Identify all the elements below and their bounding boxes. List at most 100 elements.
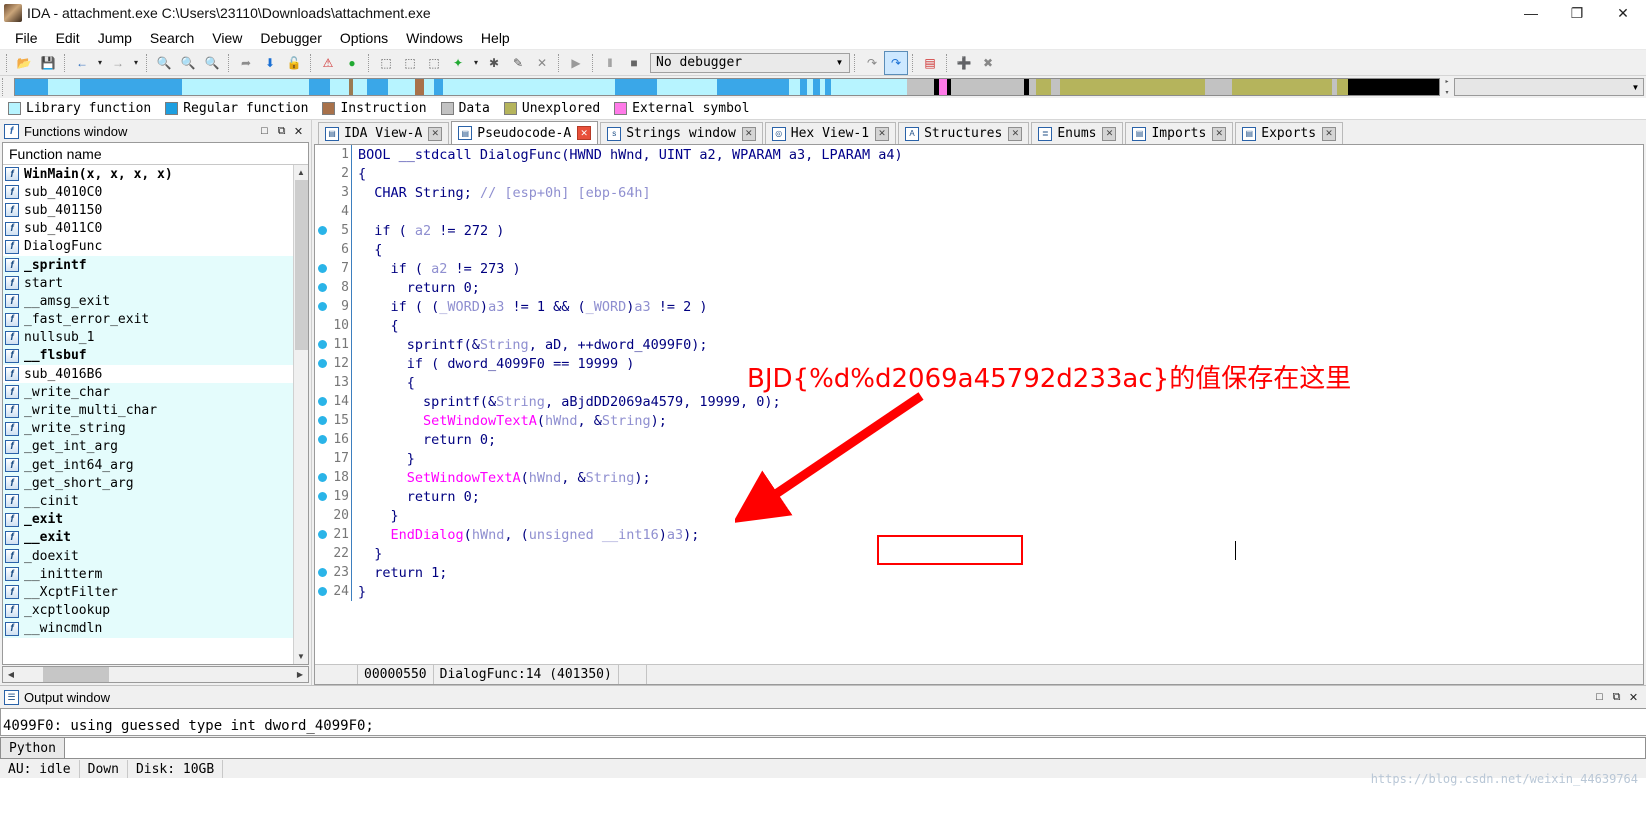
- menu-windows[interactable]: Windows: [397, 28, 472, 48]
- make-struct-button[interactable]: ✦: [447, 52, 469, 74]
- menu-edit[interactable]: Edit: [47, 28, 89, 48]
- breakpoint-marker-icon[interactable]: [315, 587, 329, 596]
- tab-hex-view-1[interactable]: ◎ Hex View-1 ✕: [764, 122, 897, 144]
- delete-button[interactable]: ✕: [531, 52, 553, 74]
- forward-button[interactable]: →: [107, 52, 129, 74]
- add-breakpoint-button[interactable]: ➕: [953, 52, 975, 74]
- function-list-item[interactable]: f __cinit: [3, 492, 293, 511]
- function-list-item[interactable]: f _xcptlookup: [3, 601, 293, 620]
- tab-enums[interactable]: ≣ Enums ✕: [1031, 122, 1124, 144]
- functions-close-button[interactable]: ✕: [290, 123, 307, 140]
- scrollbar-thumb[interactable]: [294, 180, 308, 350]
- breakpoint-marker-icon[interactable]: [315, 397, 329, 406]
- breakpoint-marker-icon[interactable]: [315, 568, 329, 577]
- step-over-button[interactable]: ↷: [861, 52, 883, 74]
- function-list-item[interactable]: f sub_4010C0: [3, 183, 293, 201]
- breakpoint-marker-icon[interactable]: [315, 473, 329, 482]
- scroll-left-icon[interactable]: ◀: [3, 667, 19, 682]
- breakpoint-marker-icon[interactable]: [315, 283, 329, 292]
- tab-pseudocode-a[interactable]: ▤ Pseudocode-A ✕: [451, 121, 599, 144]
- menu-file[interactable]: File: [6, 28, 47, 48]
- make-array-button[interactable]: ⬚: [423, 52, 445, 74]
- pause-button[interactable]: ‖: [599, 52, 621, 74]
- function-list-item[interactable]: f sub_4016B6: [3, 365, 293, 383]
- function-list-item[interactable]: f __XcptFilter: [3, 583, 293, 602]
- warning-button[interactable]: ⚠: [317, 52, 339, 74]
- function-list-item[interactable]: f sub_4011C0: [3, 220, 293, 238]
- run-button[interactable]: ▶: [565, 52, 587, 74]
- function-list-item[interactable]: f _get_int64_arg: [3, 456, 293, 475]
- function-list-item[interactable]: f _write_char: [3, 383, 293, 402]
- del-breakpoint-button[interactable]: ✖: [977, 52, 999, 74]
- jump-down-button[interactable]: ⬇: [259, 52, 281, 74]
- undefine-button[interactable]: ✱: [483, 52, 505, 74]
- breakpoint-marker-icon[interactable]: [315, 416, 329, 425]
- functions-column-header[interactable]: Function name: [3, 143, 308, 165]
- tab-close-icon[interactable]: ✕: [1322, 126, 1337, 141]
- decompile-button[interactable]: ↷: [884, 50, 908, 75]
- tab-ida-view-a[interactable]: ▤ IDA View-A ✕: [318, 122, 450, 144]
- breakpoints-button[interactable]: ▤: [919, 52, 941, 74]
- tab-close-icon[interactable]: ✕: [1212, 126, 1227, 141]
- unlock-button[interactable]: 🔓: [283, 52, 305, 74]
- functions-float-button[interactable]: ⧉: [273, 123, 290, 140]
- function-list-item[interactable]: f __flsbuf: [3, 346, 293, 366]
- minimize-button[interactable]: —: [1508, 0, 1554, 26]
- output-log[interactable]: 4099F0: using guessed type int dword_409…: [0, 708, 1646, 736]
- navband-zoom-combo[interactable]: ▼: [1454, 78, 1644, 96]
- function-list-item[interactable]: f DialogFunc: [3, 238, 293, 256]
- tab-close-icon[interactable]: ✕: [875, 126, 890, 141]
- breakpoint-marker-icon[interactable]: [315, 530, 329, 539]
- run-green-button[interactable]: ●: [341, 52, 363, 74]
- breakpoint-marker-icon[interactable]: [315, 435, 329, 444]
- menu-view[interactable]: View: [203, 28, 251, 48]
- tab-imports[interactable]: ▤ Imports ✕: [1125, 122, 1234, 144]
- function-list-item[interactable]: f _doexit: [3, 546, 293, 566]
- function-list-item[interactable]: f __exit: [3, 528, 293, 547]
- function-list-item[interactable]: f __amsg_exit: [3, 292, 293, 311]
- breakpoint-marker-icon[interactable]: [315, 226, 329, 235]
- tab-structures[interactable]: A Structures ✕: [898, 122, 1030, 144]
- pseudocode-text[interactable]: BJD{%d%d2069a45792d233ac}的值保存在这里 1 BOOL _…: [315, 145, 1643, 664]
- back-dropdown-button[interactable]: ▾: [94, 52, 106, 74]
- function-list-item[interactable]: f _get_int_arg: [3, 437, 293, 456]
- output-maximize-button[interactable]: □: [1591, 689, 1608, 706]
- back-button[interactable]: ←: [71, 52, 93, 74]
- tab-close-icon[interactable]: ✕: [577, 126, 592, 140]
- struct-dropdown-button[interactable]: ▾: [470, 52, 482, 74]
- tab-close-icon[interactable]: ✕: [428, 126, 443, 141]
- function-list-item[interactable]: f start: [3, 274, 293, 293]
- scroll-right-icon[interactable]: ▶: [292, 667, 308, 682]
- search-hex-button[interactable]: 🔍: [153, 52, 175, 74]
- function-list-item[interactable]: f _write_string: [3, 419, 293, 438]
- menu-search[interactable]: Search: [141, 28, 203, 48]
- function-list-item[interactable]: f _exit: [3, 510, 293, 529]
- function-list-item[interactable]: f WinMain(x, x, x, x): [3, 165, 293, 183]
- rename-button[interactable]: ✎: [507, 52, 529, 74]
- breakpoint-marker-icon[interactable]: [315, 359, 329, 368]
- output-close-button[interactable]: ✕: [1625, 689, 1642, 706]
- function-list-item[interactable]: f nullsub_1: [3, 328, 293, 347]
- functions-horizontal-scrollbar[interactable]: ◀ ▶: [2, 666, 309, 683]
- function-list-item[interactable]: f _get_short_arg: [3, 474, 293, 493]
- menu-help[interactable]: Help: [472, 28, 519, 48]
- tab-close-icon[interactable]: ✕: [1102, 126, 1117, 141]
- forward-dropdown-button[interactable]: ▾: [130, 52, 142, 74]
- menu-debugger[interactable]: Debugger: [251, 28, 331, 48]
- breakpoint-marker-icon[interactable]: [315, 340, 329, 349]
- functions-maximize-button[interactable]: □: [256, 123, 273, 140]
- function-list-item[interactable]: f __wincmdln: [3, 619, 293, 638]
- menu-options[interactable]: Options: [331, 28, 397, 48]
- breakpoint-marker-icon[interactable]: [315, 264, 329, 273]
- function-list-item[interactable]: f _write_multi_char: [3, 401, 293, 420]
- make-data-button[interactable]: ⬚: [399, 52, 421, 74]
- functions-vertical-scrollbar[interactable]: ▲ ▼: [293, 165, 308, 664]
- function-list-item[interactable]: f __initterm: [3, 565, 293, 584]
- scroll-down-icon[interactable]: ▼: [293, 649, 308, 664]
- search-text-button[interactable]: 🔍: [177, 52, 199, 74]
- output-float-button[interactable]: ⧉: [1608, 689, 1625, 706]
- tab-strings-window[interactable]: s Strings window ✕: [600, 122, 763, 144]
- debugger-select[interactable]: No debugger ▼: [650, 52, 850, 73]
- breakpoint-marker-icon[interactable]: [315, 302, 329, 311]
- tab-close-icon[interactable]: ✕: [1008, 126, 1023, 141]
